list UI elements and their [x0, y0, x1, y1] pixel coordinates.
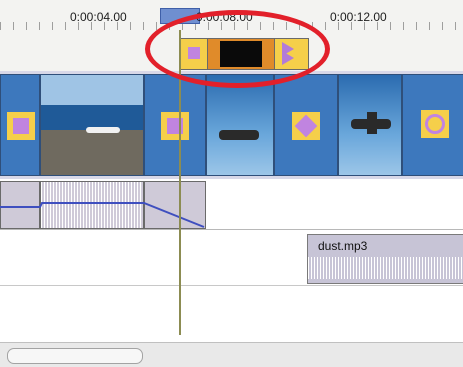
- transition-icon: [161, 112, 189, 140]
- video-clip-jet-takeoff[interactable]: [206, 74, 274, 176]
- ruler-label-4s: 0:00:04.00: [70, 10, 127, 24]
- ruler-label-12s: 0:00:12.00: [330, 10, 387, 24]
- scrollbar-thumb[interactable]: [7, 348, 143, 364]
- waveform: [308, 257, 463, 279]
- aircraft-icon: [219, 130, 259, 140]
- video-clip-transition-3[interactable]: [274, 74, 338, 176]
- transition-icon: [292, 112, 320, 140]
- highlight-oval: [145, 10, 330, 88]
- video-clip-jet-flight[interactable]: [338, 74, 402, 176]
- aircraft-wing: [367, 112, 377, 134]
- video-clip-transition-4[interactable]: [402, 74, 463, 176]
- horizontal-scrollbar[interactable]: [0, 342, 463, 367]
- timeline-frame: 0:00:04.00 0:00:08.00 0:00:12.00 dust.mp…: [0, 0, 463, 367]
- aircraft-icon: [86, 127, 120, 133]
- video-clip-transition-2[interactable]: [144, 74, 206, 176]
- transition-icon: [421, 110, 449, 138]
- music-clip-name: dust.mp3: [318, 239, 368, 253]
- video-clip-carrier-deck[interactable]: [40, 74, 144, 176]
- transition-icon: [7, 112, 35, 140]
- music-clip[interactable]: dust.mp3: [307, 234, 463, 284]
- empty-track[interactable]: [0, 286, 463, 336]
- video-clip-transition-1[interactable]: [0, 74, 40, 176]
